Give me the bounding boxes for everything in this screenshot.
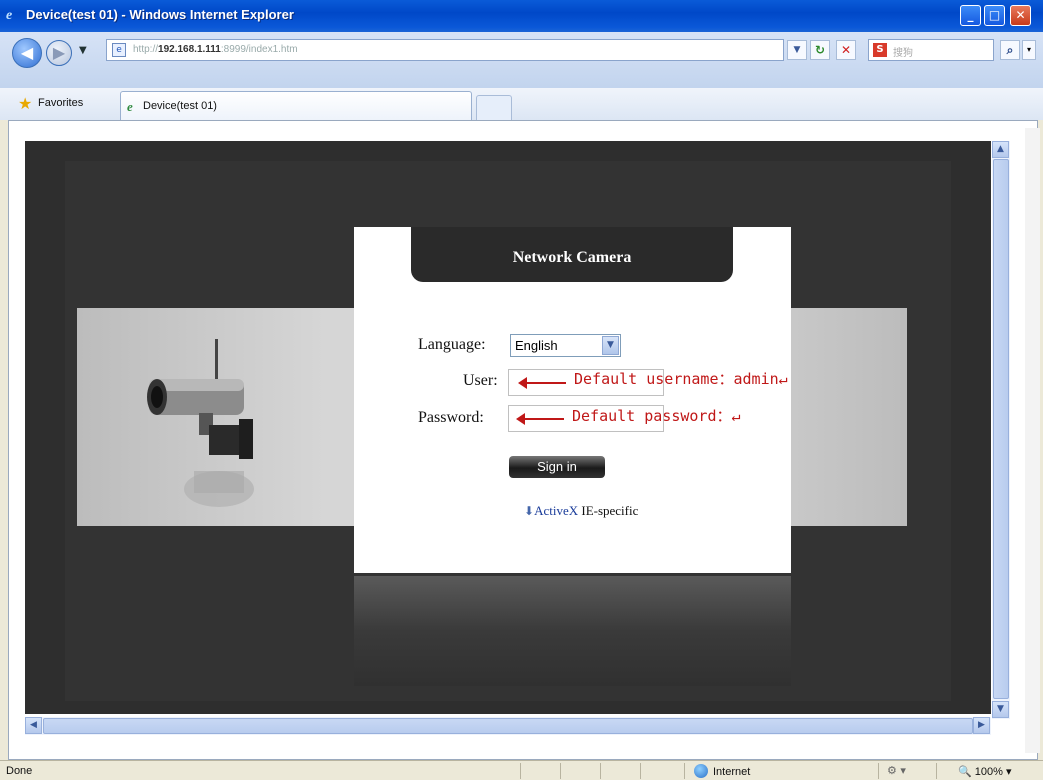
new-tab-button[interactable] [476,95,512,120]
password-label: Password: [418,409,484,426]
ie-specific-text: IE-specific [581,503,639,518]
favorites-bar: ★ Favorites e Device(test 01) [0,88,1043,120]
activex-text: ActiveX [534,503,579,518]
zoom-level[interactable]: 🔍 100% ▾ [958,765,1011,778]
security-zone[interactable]: Internet [694,764,750,778]
dropdown-icon: ▼ [793,45,801,55]
maximize-button[interactable]: □ [984,5,1005,26]
page-content: Network Camera Language: English ▼ User:… [8,120,1038,760]
globe-icon [694,764,708,778]
annotation-password-note: Default password：↵ [572,407,741,425]
horizontal-scroll-thumb[interactable] [43,718,973,734]
language-select[interactable]: English ▼ [510,334,621,357]
browser-window: e Device(test 01) - Windows Internet Exp… [0,0,1043,780]
stop-icon: ✕ [840,43,852,57]
user-label: User: [463,372,498,389]
search-provider-icon: S [873,43,887,57]
chevron-down-icon: ▼ [602,336,619,355]
login-panel: Network Camera Language: English ▼ User:… [354,227,791,573]
panel-title: Network Camera [512,249,632,266]
outer-scrollbar[interactable] [1025,128,1040,753]
horizontal-scrollbar[interactable]: ◀ ▶ [25,717,991,735]
forward-icon: ▶ [52,43,66,62]
forward-button[interactable]: ▶ [46,40,72,66]
star-icon: ★ [18,94,33,113]
panel-header: Network Camera [411,227,733,282]
vertical-scroll-thumb[interactable] [993,159,1009,699]
annotation-user-note: Default username：admin↵ [574,370,788,388]
window-title: Device(test 01) - Windows Internet Explo… [26,7,294,22]
address-bar[interactable]: e http://192.168.1.111:8999/index1.htm [106,39,784,61]
scroll-up-button[interactable]: ▲ [992,141,1009,158]
minimize-button[interactable]: _ [960,5,981,26]
status-text: Done [6,765,33,777]
camera-image [147,339,254,507]
annotation-arrow-user [518,377,566,389]
search-button[interactable]: ⌕ [1000,40,1020,60]
address-dropdown-button[interactable]: ▼ [787,40,807,60]
zoom-value: 100% [974,766,1003,778]
refresh-icon: ↻ [814,43,826,57]
refresh-button[interactable]: ↻ [810,40,830,60]
back-button[interactable]: ◀ [12,38,42,68]
page-icon: e [112,43,126,57]
scroll-down-button[interactable]: ▼ [992,701,1009,718]
favorites-button[interactable]: Favorites [38,97,83,109]
address-toolbar: ◀ ▶ ▼ e http://192.168.1.111:8999/index1… [0,32,1043,88]
panel-reflection [354,576,791,686]
language-label: Language: [418,336,486,353]
address-url[interactable]: http://192.168.1.111:8999/index1.htm [133,44,298,55]
search-icon: ⌕ [1006,43,1014,57]
language-value: English [515,338,558,353]
status-bar: Done Internet ⚙ ▾ 🔍 100% ▾ [0,760,1043,780]
zone-label: Internet [713,766,751,778]
stop-button[interactable]: ✕ [836,40,856,60]
tab-device[interactable]: e Device(test 01) [120,91,472,120]
title-bar: e Device(test 01) - Windows Internet Exp… [0,0,1043,32]
tab-label: Device(test 01) [143,100,217,112]
scroll-right-button[interactable]: ▶ [973,717,990,734]
download-icon: ⬇ [524,504,535,518]
back-icon: ◀ [20,43,34,62]
annotation-arrow-password [516,413,564,425]
history-dropdown-icon[interactable]: ▼ [79,45,87,56]
sign-in-button[interactable]: Sign in [509,456,605,478]
activex-link[interactable]: ⬇ActiveX IE-specific [524,503,638,519]
search-placeholder: 搜狗 [893,48,913,59]
vertical-scrollbar[interactable]: ▲ ▼ [992,141,1010,719]
ie-tab-icon: e [127,99,133,114]
protected-mode-icon[interactable]: ⚙ ▾ [887,764,906,777]
search-options-button[interactable]: ▾ [1022,40,1036,60]
scroll-left-button[interactable]: ◀ [25,717,42,734]
close-button[interactable]: ✕ [1010,5,1031,26]
search-box[interactable]: S 搜狗 [868,39,994,61]
ie-icon: e [6,8,13,23]
